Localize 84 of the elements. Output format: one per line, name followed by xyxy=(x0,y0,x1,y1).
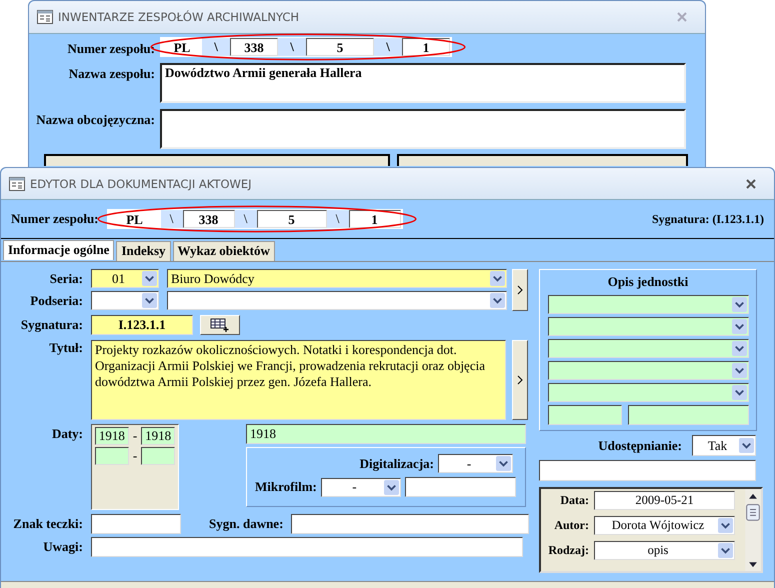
chevron-icon xyxy=(517,375,523,385)
old-signature-field[interactable] xyxy=(291,514,530,534)
folder-mark-field[interactable] xyxy=(91,514,181,534)
separator: \ xyxy=(160,210,183,228)
separator: \ xyxy=(202,38,230,56)
description-dropdown[interactable] xyxy=(548,339,748,358)
field-label: Nazwa zespołu: xyxy=(68,65,155,82)
number-field[interactable]: 338 xyxy=(182,210,235,228)
foreign-name-field[interactable] xyxy=(160,109,686,149)
date-to-field[interactable] xyxy=(141,447,176,465)
number-field[interactable]: PL xyxy=(162,38,202,56)
chevron-icon xyxy=(517,285,523,295)
field-label: Tytuł: xyxy=(48,340,83,356)
table-add-icon xyxy=(210,318,230,332)
separator: \ xyxy=(234,210,257,228)
access-note-field[interactable] xyxy=(539,460,756,481)
history-dropdown[interactable]: Dorota Wójtowicz xyxy=(594,516,735,535)
number-field[interactable]: 1 xyxy=(402,38,450,56)
signature-field[interactable]: I.123.1.1 xyxy=(91,315,193,335)
subseries-code-dropdown[interactable] xyxy=(91,291,159,310)
tab[interactable]: Informacje ogólne xyxy=(3,240,114,260)
field-label: Uwagi: xyxy=(42,539,83,555)
field-label: Numer zespołu: xyxy=(66,40,155,57)
date-to-field[interactable]: 1918 xyxy=(141,427,176,445)
field-label: Seria: xyxy=(48,270,83,286)
dates-text-field[interactable]: 1918 xyxy=(246,424,526,444)
window-title: EDYTOR DLA DOKUMENTACJI AKTOWEJ xyxy=(30,176,253,190)
close-icon[interactable] xyxy=(746,178,756,188)
tab[interactable]: Indeksy xyxy=(116,241,171,261)
number-field[interactable]: 5 xyxy=(256,210,327,228)
add-record-button[interactable] xyxy=(200,315,240,335)
history-dropdown[interactable]: opis xyxy=(594,541,735,560)
notes-field[interactable] xyxy=(91,537,523,557)
field-label: Udostępnianie: xyxy=(598,438,682,454)
description-field[interactable] xyxy=(548,405,622,425)
scrollbar[interactable] xyxy=(745,489,761,571)
name-field[interactable]: Dowództwo Armii generała Hallera xyxy=(160,63,686,103)
title-field[interactable]: Projekty rozkazów okolicznościowych. Notatki i korespondencja dot. Organizacji Armii Polskiej we Francji, prowadzenia rekrutacji oraz objęcia dowództwa Armii Polskiej przez gen. Józefa Hallera. xyxy=(91,340,506,420)
description-dropdown[interactable] xyxy=(548,361,748,380)
tab[interactable]: Wykaz obiektów xyxy=(172,241,275,261)
form-icon xyxy=(37,10,53,24)
signature-caption: Sygnatura: (I.123.1.1) xyxy=(652,212,764,226)
window-title: INWENTARZE ZESPOŁÓW ARCHIWALNYCH xyxy=(58,10,300,24)
print-button[interactable] xyxy=(397,154,688,166)
date-separator: - xyxy=(132,428,138,444)
separator: \ xyxy=(374,38,402,56)
field-label: Autor: xyxy=(553,518,589,533)
panel-title: Opis jednostki xyxy=(608,274,688,290)
number-field[interactable]: 338 xyxy=(230,38,278,56)
digitization-dropdown[interactable]: - xyxy=(438,454,513,473)
field-label: Sygn. dawne: xyxy=(209,516,284,532)
date-separator: - xyxy=(132,448,138,464)
expand-button[interactable] xyxy=(512,340,528,420)
description-dropdown[interactable] xyxy=(548,317,748,336)
subseries-name-dropdown[interactable] xyxy=(167,291,507,310)
field-label: Daty: xyxy=(50,425,83,442)
microfilm-field[interactable] xyxy=(404,477,516,497)
date-from-field[interactable]: 1918 xyxy=(95,427,129,445)
field-label: Data: xyxy=(559,493,589,508)
number-field[interactable]: 1 xyxy=(348,210,401,228)
description-field[interactable] xyxy=(628,405,748,425)
field-label: Nazwa obcojęzyczna: xyxy=(35,111,155,128)
access-dropdown[interactable]: Tak xyxy=(692,435,756,456)
microfilm-dropdown[interactable]: - xyxy=(320,478,401,496)
field-label: Numer zespołu: xyxy=(11,211,99,227)
field-label: Mikrofilm: xyxy=(255,479,317,495)
inventory-button[interactable] xyxy=(44,154,390,166)
separator: \ xyxy=(326,210,349,228)
description-dropdown[interactable] xyxy=(548,295,748,314)
separator: \ xyxy=(278,38,306,56)
history-field[interactable]: 2009-05-21 xyxy=(594,491,735,510)
number-field[interactable]: PL xyxy=(108,210,161,228)
series-name-dropdown[interactable]: Biuro Dowódcy xyxy=(167,269,507,288)
form-icon xyxy=(9,176,25,190)
field-label: Digitalizacja: xyxy=(360,456,434,472)
field-label: Sygnatura: xyxy=(20,317,83,333)
series-code-dropdown[interactable]: 01 xyxy=(91,269,159,288)
number-field[interactable]: 5 xyxy=(306,38,374,56)
date-from-field[interactable] xyxy=(95,447,129,465)
field-label: Rodzaj: xyxy=(547,543,589,558)
expand-button[interactable] xyxy=(512,269,528,311)
description-dropdown[interactable] xyxy=(548,383,748,402)
field-label: Znak teczki: xyxy=(12,516,83,532)
field-label: Podseria: xyxy=(29,292,83,308)
